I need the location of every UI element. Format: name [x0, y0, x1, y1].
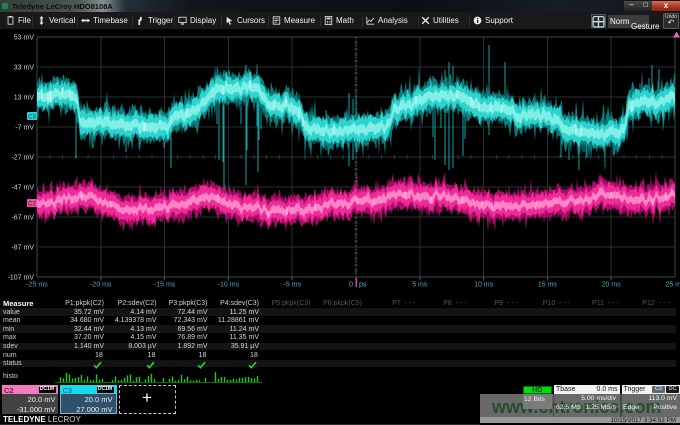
svg-text:C2: C2 — [28, 202, 36, 208]
svg-text:-107 mV: -107 mV — [8, 275, 35, 282]
svg-text:-67 mV: -67 mV — [11, 215, 34, 222]
svg-text:-87 mV: -87 mV — [11, 245, 34, 252]
svg-text:10 ms: 10 ms — [474, 282, 494, 289]
svg-text:-15 ms: -15 ms — [154, 282, 176, 289]
svg-text:25 ms: 25 ms — [665, 282, 680, 289]
svg-text:-7 mV: -7 mV — [15, 125, 34, 132]
svg-text:ps: ps — [359, 282, 367, 289]
svg-text:15 ms: 15 ms — [538, 282, 558, 289]
svg-text:-20 ms: -20 ms — [90, 282, 112, 289]
svg-text:-25 ms: -25 ms — [26, 282, 48, 289]
svg-text:5 ms: 5 ms — [412, 282, 428, 289]
svg-text:-5 ms: -5 ms — [283, 282, 301, 289]
svg-text:33 mV: 33 mV — [14, 65, 35, 72]
svg-text:0: 0 — [349, 282, 353, 289]
svg-text:13 mV: 13 mV — [14, 95, 35, 102]
svg-text:-10 ms: -10 ms — [218, 282, 240, 289]
svg-text:20 ms: 20 ms — [602, 282, 622, 289]
svg-text:-47 mV: -47 mV — [11, 185, 34, 192]
svg-text:-27 mV: -27 mV — [11, 155, 34, 162]
svg-text:C3: C3 — [28, 115, 36, 121]
svg-text:53 mV: 53 mV — [14, 35, 35, 42]
